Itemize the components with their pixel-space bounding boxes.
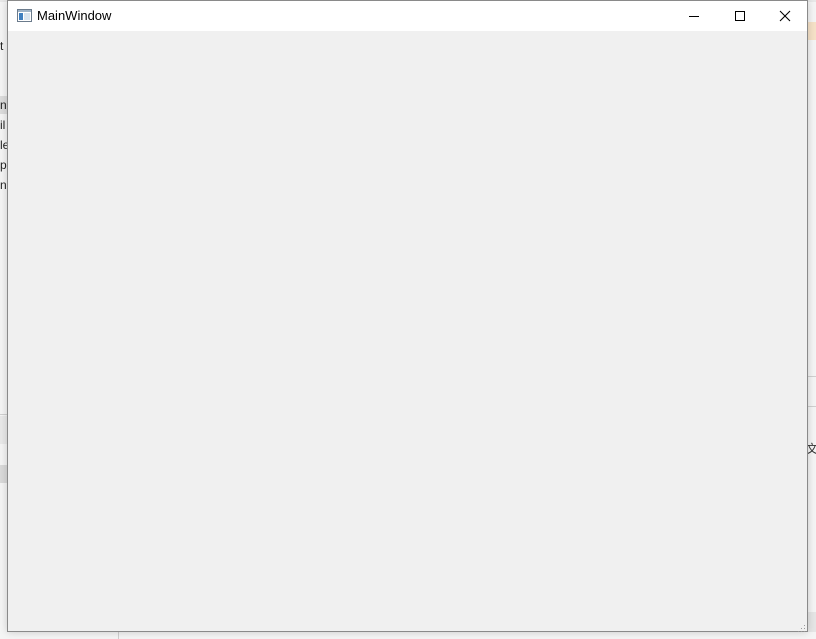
background-divider <box>808 376 816 377</box>
minimize-icon <box>688 10 700 22</box>
background-divider <box>808 406 816 407</box>
minimize-button[interactable] <box>671 1 717 31</box>
app-window-icon <box>17 9 32 22</box>
close-button[interactable] <box>762 1 808 31</box>
background-panel <box>808 612 816 632</box>
maximize-icon <box>734 10 746 22</box>
resize-grip-icon[interactable] <box>796 620 806 632</box>
background-divider <box>118 632 119 639</box>
client-area[interactable] <box>8 31 807 632</box>
main-window[interactable]: MainWindow <box>7 0 808 632</box>
close-icon <box>779 10 791 22</box>
maximize-button[interactable] <box>717 1 763 31</box>
background-accent-strip <box>808 22 816 40</box>
window-title: MainWindow <box>37 8 112 23</box>
title-bar[interactable]: MainWindow <box>8 1 807 31</box>
